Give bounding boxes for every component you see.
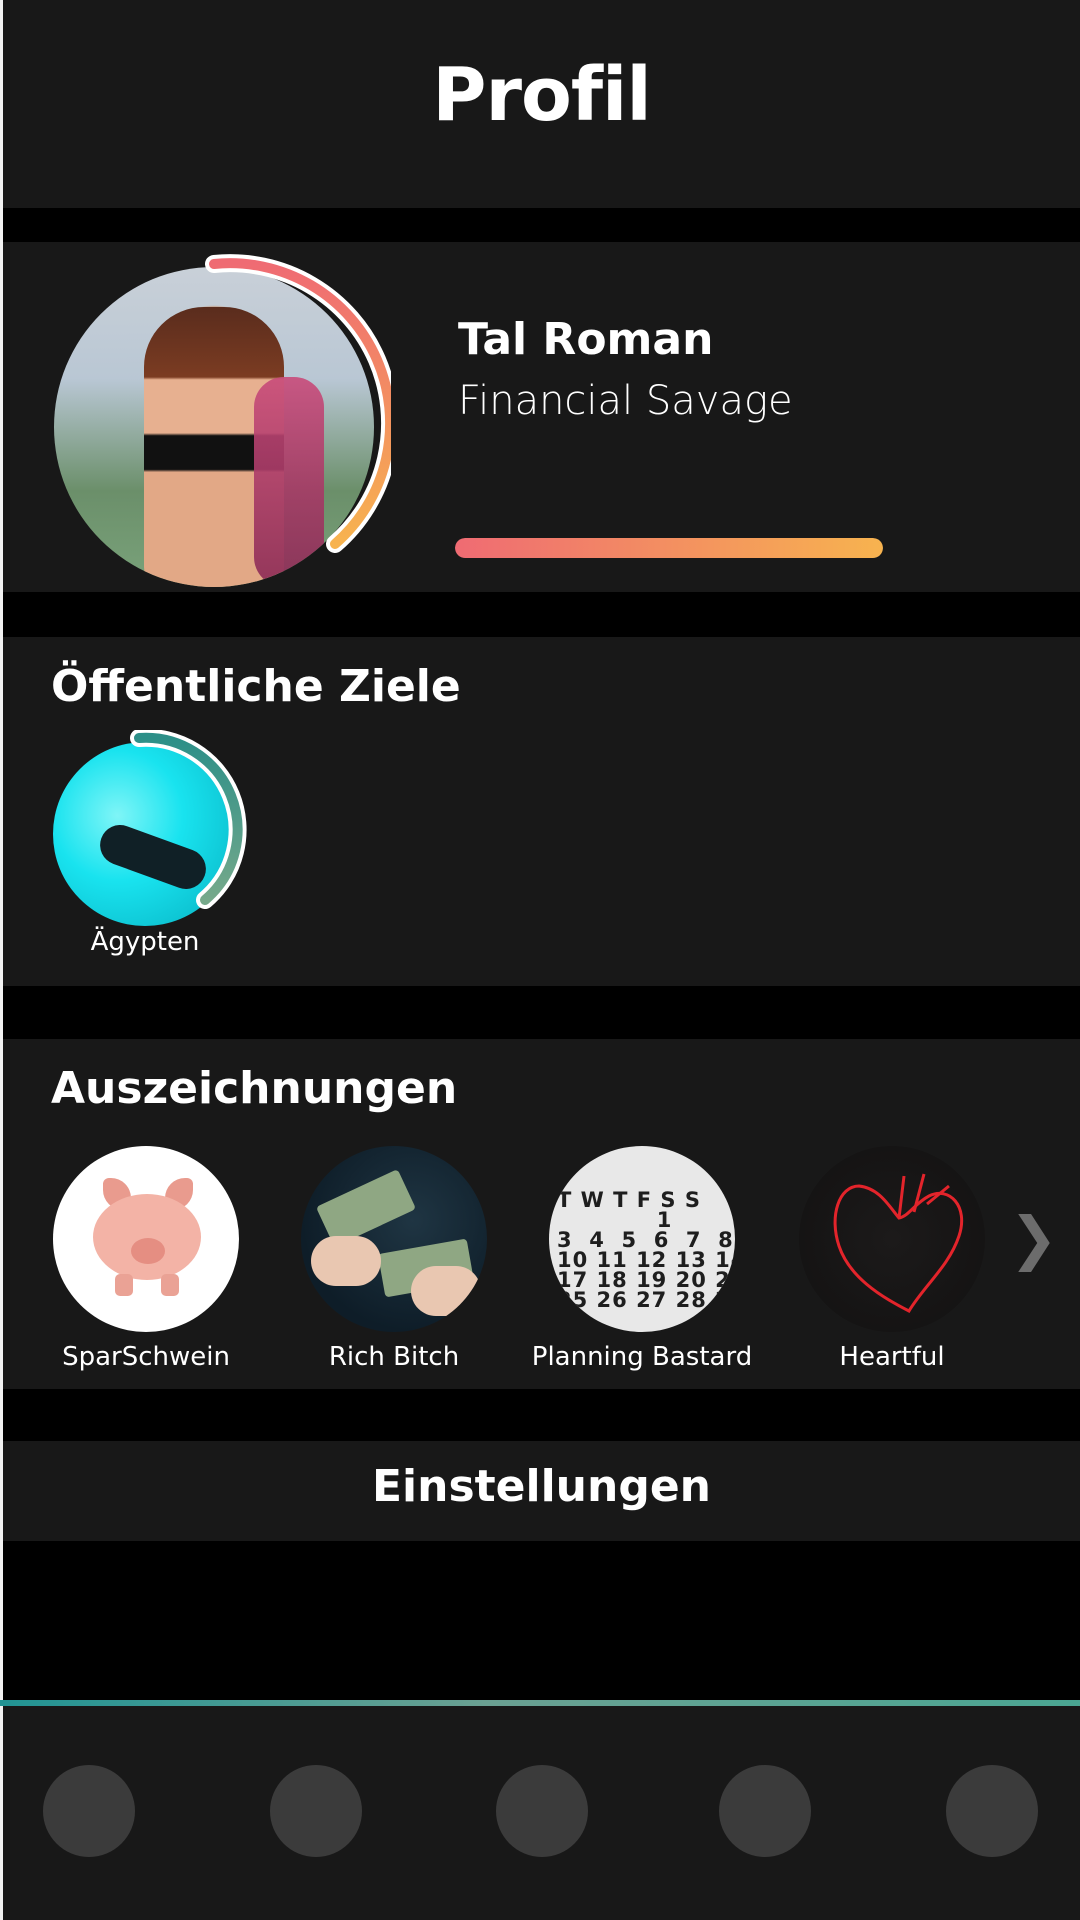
profile-title: Financial Savage — [458, 378, 793, 424]
profile-progress-fill — [455, 538, 883, 558]
pig-leg — [161, 1274, 179, 1296]
settings-button[interactable]: Einstellungen — [3, 1441, 1080, 1541]
bill-icon — [315, 1169, 417, 1247]
pig-snout — [131, 1238, 165, 1264]
avatar-progress-ring — [205, 254, 391, 553]
award-item-planning-bastard[interactable]: T W T F S S 1 3 4 5 6 7 8 10 11 12 13 14… — [517, 1146, 767, 1372]
heart-icon — [799, 1146, 985, 1332]
page-title: Profil — [432, 52, 652, 138]
bottom-nav — [3, 1706, 1080, 1920]
settings-label: Einstellungen — [371, 1461, 711, 1512]
nav-button-4[interactable] — [719, 1765, 811, 1857]
calendar-icon: T W T F S S 1 3 4 5 6 7 8 10 11 12 13 14… — [549, 1146, 735, 1332]
profile-name: Tal Roman — [458, 314, 714, 365]
award-item-sparschwein[interactable]: SparSchwein — [21, 1146, 271, 1372]
chevron-right-icon[interactable]: ❯ — [1009, 1204, 1058, 1272]
public-goals-section: Öffentliche Ziele Ägypten — [3, 637, 1080, 986]
nav-button-5[interactable] — [946, 1765, 1038, 1857]
award-label: Rich Bitch — [328, 1342, 460, 1372]
award-item-rich-bitch[interactable]: Rich Bitch — [269, 1146, 519, 1372]
goal-label: Ägypten — [90, 927, 200, 957]
awards-section: Auszeichnungen SparSchwein Rich Bitch T … — [3, 1039, 1080, 1389]
award-label: SparSchwein — [62, 1342, 230, 1372]
award-label: Heartful — [839, 1342, 945, 1372]
heart-drawing — [833, 1173, 964, 1313]
pig-leg — [115, 1274, 133, 1296]
nav-button-3[interactable] — [496, 1765, 588, 1857]
calendar-grid-text: T W T F S S 1 3 4 5 6 7 8 10 11 12 13 14… — [557, 1188, 735, 1312]
award-label: Planning Bastard — [531, 1342, 753, 1372]
public-goals-title: Öffentliche Ziele — [51, 661, 461, 712]
hand-icon — [311, 1236, 381, 1286]
nav-button-2[interactable] — [270, 1765, 362, 1857]
money-icon — [301, 1146, 487, 1332]
page-header: Profil — [3, 0, 1080, 208]
profile-avatar[interactable] — [51, 254, 391, 594]
piggy-bank-icon — [53, 1146, 239, 1332]
awards-title: Auszeichnungen — [51, 1063, 458, 1114]
profile-progress-bar — [455, 538, 883, 558]
hand-icon — [411, 1266, 481, 1316]
award-item-heartful[interactable]: Heartful — [767, 1146, 1017, 1372]
goal-progress-ring — [130, 730, 247, 909]
nav-button-1[interactable] — [43, 1765, 135, 1857]
profile-card[interactable]: Tal Roman Financial Savage — [3, 242, 1080, 592]
pig-body — [93, 1194, 201, 1280]
